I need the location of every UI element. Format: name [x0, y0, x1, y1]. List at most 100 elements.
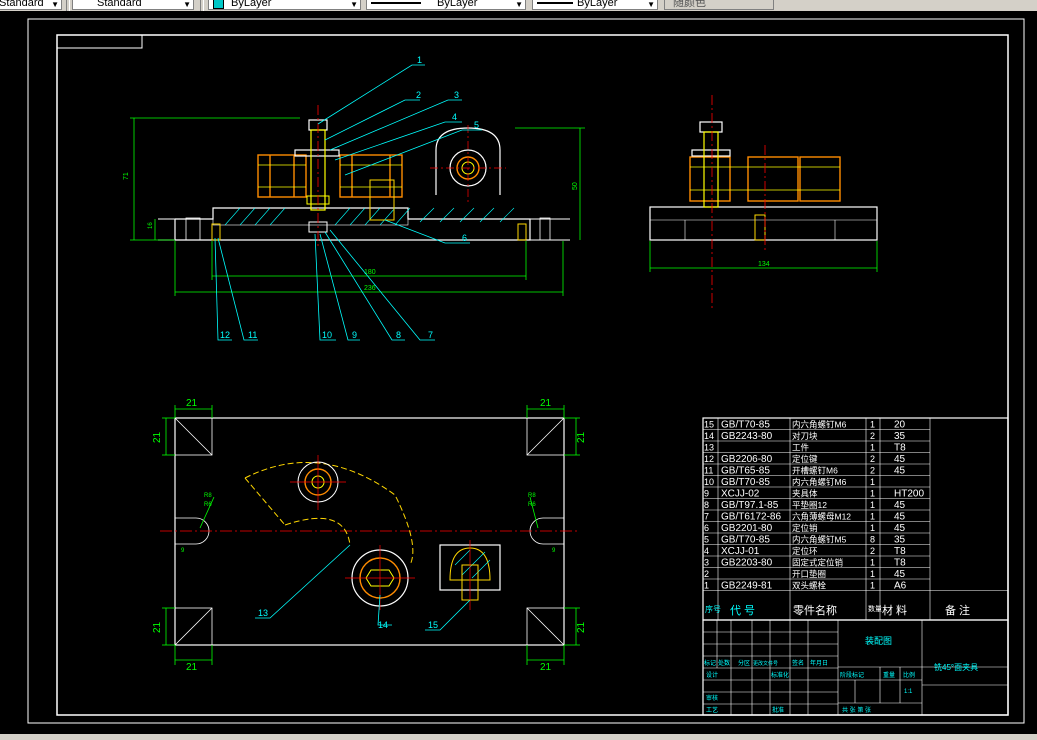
lineweight-dropdown[interactable]: ByLayer ▼ [532, 0, 658, 10]
label-change-doc: 更改文件号 [753, 660, 778, 667]
plotstyle-dropdown[interactable]: 随颜色 [664, 0, 774, 10]
dim-21-right-bottom: 21 [576, 621, 587, 633]
dim-21-bottom-right: 21 [540, 662, 552, 673]
bom-row: 11 GB/T65-85 开槽螺钉M6 2 45 [704, 466, 906, 477]
linetype-dropdown[interactable]: ByLayer ▼ [366, 0, 526, 10]
balloon-9: 9 [352, 330, 357, 340]
dimstyle-dropdown[interactable]: Standard ▼ [72, 0, 194, 10]
bom-cell-name: 工件 [792, 443, 810, 453]
bom-cell-mat: 45 [894, 523, 906, 534]
color-swatch-icon [213, 0, 224, 9]
bom-header-qty: 数量 [868, 604, 882, 613]
bom-cell-mat: T8 [894, 546, 906, 557]
bom-cell-code: GB/T70-85 [721, 477, 770, 488]
dim-21-top-right: 21 [540, 398, 552, 409]
bom-cell-code: GB/T65-85 [721, 466, 770, 477]
bom-cell-qty: 2 [870, 454, 875, 464]
bom-cell-mat: 20 [894, 420, 906, 431]
label-sheets: 共 张 第 张 [842, 706, 871, 714]
bom-cell-qty: 1 [870, 500, 875, 510]
bom-header-note: 备 注 [945, 603, 970, 617]
bom-row: 13 工件 1 T8 [704, 443, 906, 454]
chevron-down-icon: ▼ [647, 0, 655, 9]
bom-cell-mat: 45 [894, 466, 906, 477]
bom-row: 3 GB2203-80 固定式定位销 1 T8 [704, 558, 906, 569]
dim-21-bottom-left: 21 [186, 662, 198, 673]
dim-slot-right: 9 [552, 548, 556, 554]
dim-180: 180 [364, 269, 376, 276]
bom-cell-qty: 1 [870, 420, 875, 430]
bom-cell-no: 8 [704, 500, 709, 510]
bom-cell-name: 平垫圈12 [792, 500, 827, 510]
code-box [56, 34, 143, 49]
bom-cell-qty: 1 [870, 569, 875, 579]
dim-r8-right: R8 [528, 493, 536, 499]
bom-row: 8 GB/T97.1-85 平垫圈12 1 45 [704, 500, 906, 511]
bom-cell-code: GB2243-80 [721, 431, 773, 442]
bom-cell-no: 5 [704, 535, 709, 545]
chevron-down-icon: ▼ [350, 0, 358, 9]
chevron-down-icon: ▼ [51, 0, 59, 9]
bom-cell-no: 2 [704, 569, 709, 579]
dim-21-top-left: 21 [186, 398, 198, 409]
dim-21-left-top: 21 [152, 431, 163, 443]
outer-sheet-border [27, 18, 1025, 724]
bom-cell-qty: 1 [870, 523, 875, 533]
bom-cell-name: 内六角螺钉M6 [792, 477, 847, 487]
bom-cell-name: 定位环 [792, 546, 818, 556]
bom-cell-name: 固定式定位销 [792, 558, 844, 568]
scale-value: 1:1 [904, 689, 913, 695]
label-weight: 重量 [883, 671, 895, 679]
bom-cell-mat: 45 [894, 454, 906, 465]
label-scale: 比例 [903, 671, 915, 679]
bom-cell-qty: 8 [870, 535, 875, 545]
bom-cell-no: 7 [704, 512, 709, 522]
bom-cell-qty: 2 [870, 431, 875, 441]
dim-21-left-bottom: 21 [152, 621, 163, 633]
bom-cell-mat: 45 [894, 569, 906, 580]
bom-cell-code: XCJJ-02 [721, 489, 760, 500]
balloon-1: 1 [417, 55, 422, 65]
bom-header-mat: 材 料 [882, 603, 907, 617]
bom-row: 2 开口垫圈 1 45 [704, 569, 906, 580]
bom-cell-mat: T8 [894, 443, 906, 454]
bom-cell-code: GB2206-80 [721, 454, 773, 465]
bom-cell-qty: 2 [870, 546, 875, 556]
bom-header-no: 序号 [705, 604, 721, 614]
dim-r8-left: R8 [204, 493, 212, 499]
chevron-down-icon: ▼ [515, 0, 523, 9]
drawing-canvas[interactable]: 71 16 50 180 236 1 2 3 4 5 6 7 8 9 10 11 [0, 11, 1037, 734]
title-block: 装配图 铣45°面夹具 标记 处数 分区 更改文件号 签名 年月日 设计 标准化… [702, 619, 1009, 716]
balloon-3: 3 [454, 90, 459, 100]
drawing-name: 装配图 [865, 635, 892, 646]
label-standard: 标准化 [771, 671, 789, 679]
bom-cell-name: 双头螺栓 [792, 581, 827, 591]
bom-cell-code: GB/T6172-86 [721, 512, 781, 523]
bom-cell-no: 9 [704, 489, 709, 499]
bom-cell-mat: 35 [894, 535, 906, 546]
bom-cell-code: XCJJ-01 [721, 546, 760, 557]
bom-cell-name: 定位销 [792, 523, 818, 533]
bom-cell-no: 10 [704, 477, 714, 487]
bom-cell-no: 15 [704, 420, 714, 430]
toolbar-separator [66, 0, 70, 11]
bom-row: 7 GB/T6172-86 六角薄螺母M12 1 45 [704, 512, 906, 523]
balloon-7: 7 [428, 330, 433, 340]
bom-cell-qty: 1 [870, 477, 875, 487]
label-review: 审核 [706, 694, 718, 702]
color-dropdown[interactable]: ByLayer ▼ [208, 0, 361, 10]
label-stage: 阶段标记 [840, 671, 864, 679]
bom-cell-qty: 1 [870, 443, 875, 453]
label-process: 工艺 [706, 706, 718, 714]
bom-cell-mat: A6 [894, 581, 907, 592]
bom-cell-code: GB/T97.1-85 [721, 500, 779, 511]
bom-cell-mat: HT200 [894, 489, 924, 500]
label-zone: 分区 [738, 659, 750, 667]
balloon-10: 10 [322, 330, 332, 340]
textstyle-dropdown[interactable]: Standard ▼ [0, 0, 62, 10]
balloon-5: 5 [474, 120, 479, 130]
dim-21-right-top: 21 [576, 431, 587, 443]
label-count: 处数 [718, 659, 730, 667]
dim-slot-left: 9 [181, 548, 185, 554]
dim-236: 236 [364, 285, 376, 292]
